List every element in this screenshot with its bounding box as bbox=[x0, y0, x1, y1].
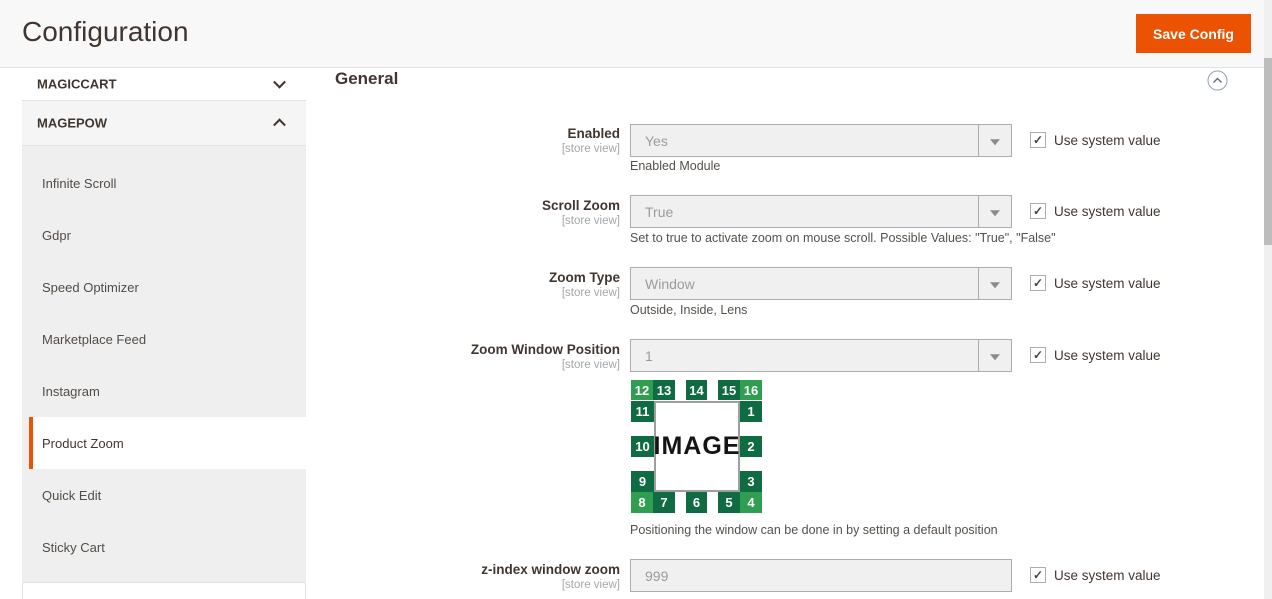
zoom-type-select[interactable]: Window bbox=[630, 267, 1012, 300]
zoom-type-use-system-value[interactable]: ✓ Use system value bbox=[1030, 275, 1161, 291]
field-label: z-index window zoom bbox=[320, 562, 620, 578]
grid-cell-9: 9 bbox=[631, 471, 654, 492]
use-system-value-checkbox[interactable]: ✓ bbox=[1030, 132, 1046, 148]
zoom-window-position-label: Zoom Window Position [store view] bbox=[320, 342, 620, 372]
collapse-section-icon[interactable] bbox=[1207, 70, 1228, 91]
next-section-stub bbox=[22, 583, 306, 599]
save-config-button[interactable]: Save Config bbox=[1136, 14, 1251, 53]
field-label: Zoom Window Position bbox=[320, 342, 620, 358]
field-scope: [store view] bbox=[320, 143, 620, 156]
enabled-use-system-value[interactable]: ✓ Use system value bbox=[1030, 132, 1161, 148]
chevron-up-icon bbox=[273, 118, 286, 131]
field-scope: [store view] bbox=[320, 579, 620, 592]
dropdown-arrow-icon bbox=[978, 196, 1011, 227]
use-system-value-label: Use system value bbox=[1054, 204, 1161, 219]
item-label: Speed Optimizer bbox=[42, 280, 139, 295]
dropdown-arrow-icon bbox=[978, 340, 1011, 371]
dropdown-arrow-icon bbox=[978, 268, 1011, 299]
sidebar-item-gdpr[interactable]: Gdpr bbox=[22, 209, 306, 261]
item-label: Instagram bbox=[42, 384, 100, 399]
configuration-page: Configuration Save Config MAGICCART MAGE… bbox=[0, 0, 1272, 599]
zoom-window-position-hint: Positioning the window can be done in by… bbox=[630, 523, 998, 537]
field-scope: [store view] bbox=[320, 215, 620, 228]
sidebar-item-marketplace-feed[interactable]: Marketplace Feed bbox=[22, 313, 306, 365]
zoom-window-position-select[interactable]: 1 bbox=[630, 339, 1012, 372]
page-scrollbar bbox=[1264, 0, 1272, 599]
grid-cell-7: 7 bbox=[653, 492, 675, 513]
field-scope: [store view] bbox=[320, 359, 620, 372]
sidebar-item-sticky-cart[interactable]: Sticky Cart bbox=[22, 521, 306, 573]
grid-cell-11: 11 bbox=[631, 401, 654, 422]
use-system-value-label: Use system value bbox=[1054, 568, 1161, 583]
field-label: Zoom Type bbox=[320, 270, 620, 286]
select-value: True bbox=[645, 204, 673, 220]
item-label: Sticky Cart bbox=[42, 540, 105, 555]
scroll-zoom-select[interactable]: True bbox=[630, 195, 1012, 228]
sidebar-item-infinite-scroll[interactable]: Infinite Scroll bbox=[22, 157, 306, 209]
dropdown-arrow-icon bbox=[978, 125, 1011, 156]
select-value: Window bbox=[645, 276, 695, 292]
scrollbar-thumb[interactable] bbox=[1264, 58, 1272, 245]
zoom-window-position-use-system-value[interactable]: ✓ Use system value bbox=[1030, 347, 1161, 363]
grid-cell-15: 15 bbox=[718, 380, 740, 400]
enabled-label: Enabled [store view] bbox=[320, 126, 620, 156]
enabled-hint: Enabled Module bbox=[630, 159, 720, 173]
select-value: Yes bbox=[645, 133, 668, 149]
grid-cell-5: 5 bbox=[718, 492, 740, 513]
grid-cell-13: 13 bbox=[653, 380, 675, 400]
zoom-type-label: Zoom Type [store view] bbox=[320, 270, 620, 300]
page-header: Configuration Save Config bbox=[0, 0, 1272, 67]
use-system-value-checkbox[interactable]: ✓ bbox=[1030, 203, 1046, 219]
use-system-value-label: Use system value bbox=[1054, 348, 1161, 363]
grid-cell-12: 12 bbox=[631, 380, 653, 400]
z-index-window-zoom-label: z-index window zoom [store view] bbox=[320, 562, 620, 592]
sidebar-item-product-zoom[interactable]: Product Zoom bbox=[29, 417, 306, 469]
use-system-value-checkbox[interactable]: ✓ bbox=[1030, 347, 1046, 363]
zoom-position-grid: 12 13 14 15 16 11 1 10 2 9 3 8 7 6 5 4 I… bbox=[631, 380, 762, 513]
item-label: Infinite Scroll bbox=[42, 176, 116, 191]
sidebar-item-instagram[interactable]: Instagram bbox=[22, 365, 306, 417]
page-title: Configuration bbox=[22, 16, 189, 48]
field-label: Enabled bbox=[320, 126, 620, 142]
scroll-zoom-use-system-value[interactable]: ✓ Use system value bbox=[1030, 203, 1161, 219]
grid-cell-10: 10 bbox=[631, 436, 654, 457]
section-label: MAGICCART bbox=[37, 77, 116, 92]
sidebar-item-speed-optimizer[interactable]: Speed Optimizer bbox=[22, 261, 306, 313]
enabled-select[interactable]: Yes bbox=[630, 124, 1012, 157]
grid-cell-16: 16 bbox=[740, 380, 762, 400]
sidebar-section-magiccart[interactable]: MAGICCART bbox=[22, 68, 306, 101]
grid-cell-3: 3 bbox=[740, 471, 762, 492]
item-label: Quick Edit bbox=[42, 488, 101, 503]
z-index-use-system-value[interactable]: ✓ Use system value bbox=[1030, 567, 1161, 583]
zoom-type-hint: Outside, Inside, Lens bbox=[630, 303, 747, 317]
use-system-value-checkbox[interactable]: ✓ bbox=[1030, 567, 1046, 583]
grid-cell-6: 6 bbox=[686, 492, 707, 513]
field-scope: [store view] bbox=[320, 287, 620, 300]
select-value: 1 bbox=[645, 348, 653, 364]
section-label: MAGEPOW bbox=[37, 116, 107, 131]
sidebar-section-magepow[interactable]: MAGEPOW bbox=[22, 101, 306, 146]
grid-cell-14: 14 bbox=[686, 380, 707, 400]
image-placeholder: IMAGE bbox=[654, 401, 740, 492]
field-label: Scroll Zoom bbox=[320, 198, 620, 214]
grid-cell-8: 8 bbox=[631, 492, 653, 513]
scroll-zoom-hint: Set to true to activate zoom on mouse sc… bbox=[630, 231, 1056, 245]
use-system-value-checkbox[interactable]: ✓ bbox=[1030, 275, 1046, 291]
grid-cell-1: 1 bbox=[740, 401, 762, 422]
use-system-value-label: Use system value bbox=[1054, 276, 1161, 291]
sidebar-item-quick-edit[interactable]: Quick Edit bbox=[22, 469, 306, 521]
z-index-window-zoom-input[interactable] bbox=[630, 559, 1012, 592]
scroll-zoom-label: Scroll Zoom [store view] bbox=[320, 198, 620, 228]
config-nav-sidebar: MAGICCART MAGEPOW Infinite Scroll Gdpr S… bbox=[22, 68, 306, 583]
item-label: Product Zoom bbox=[42, 436, 124, 451]
use-system-value-label: Use system value bbox=[1054, 133, 1161, 148]
chevron-down-icon bbox=[273, 76, 286, 89]
item-label: Gdpr bbox=[42, 228, 71, 243]
grid-cell-4: 4 bbox=[740, 492, 762, 513]
sidebar-item-list: Infinite Scroll Gdpr Speed Optimizer Mar… bbox=[22, 146, 306, 583]
general-section-title: General bbox=[335, 69, 398, 89]
item-label: Marketplace Feed bbox=[42, 332, 146, 347]
grid-cell-2: 2 bbox=[740, 436, 762, 457]
